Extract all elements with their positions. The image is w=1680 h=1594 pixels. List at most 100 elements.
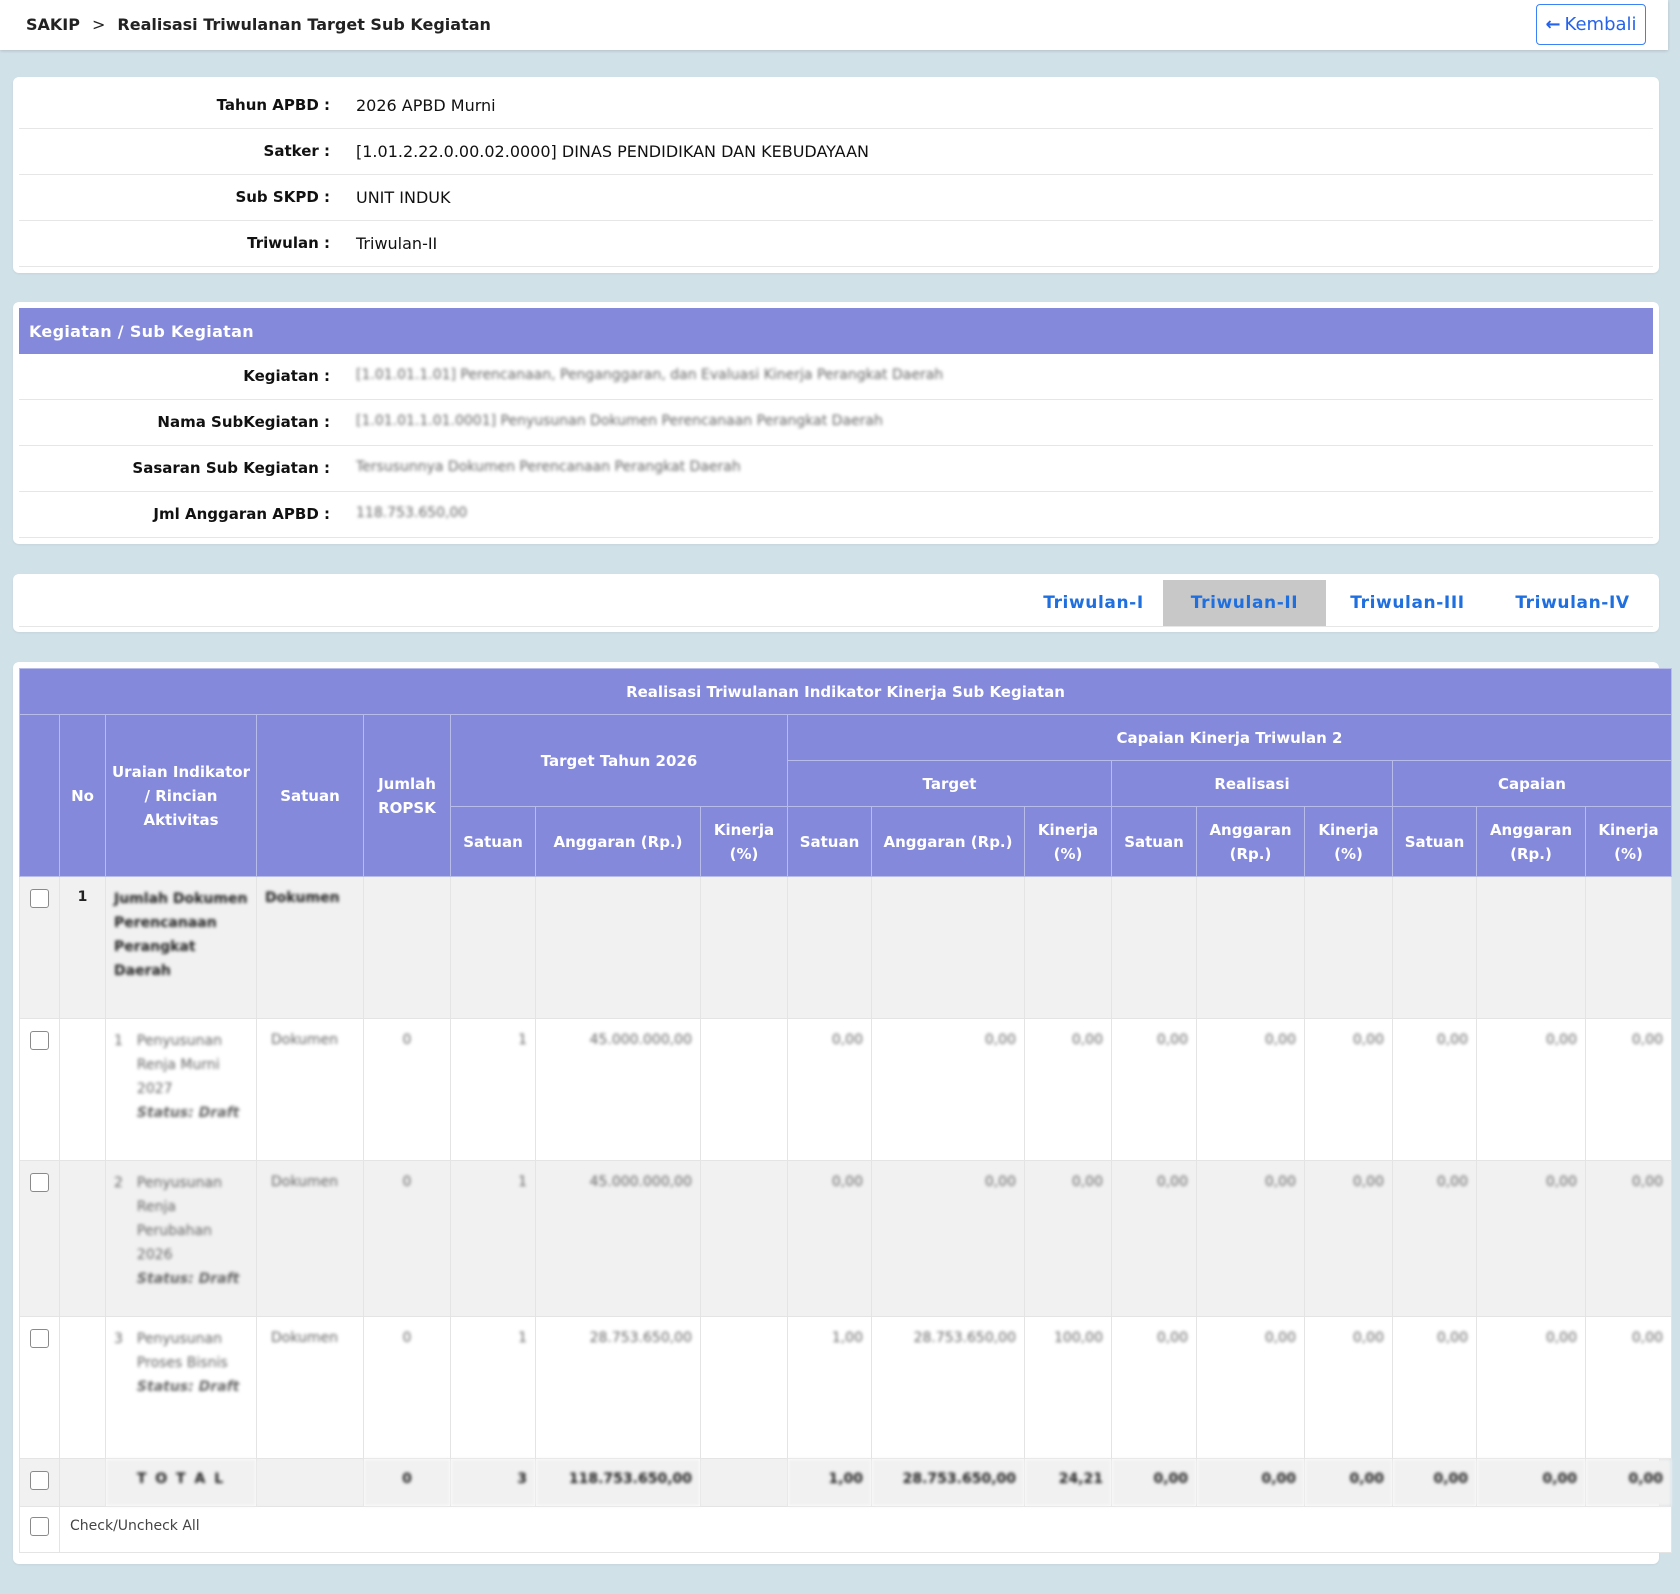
status-badge: Status: Draft <box>136 1271 240 1287</box>
info-row-triwulan: Triwulan : Triwulan-II <box>19 221 1653 267</box>
row-target-anggaran: 28.753.650,00 <box>535 1316 701 1459</box>
total-label: T O T A L <box>105 1458 257 1507</box>
check-all-checkbox[interactable] <box>30 1517 49 1536</box>
arrow-left-icon: ← <box>1545 14 1561 35</box>
total-target-satuan: 3 <box>450 1458 536 1507</box>
sub-header-kinerja: Kinerja (%) <box>1304 806 1393 877</box>
table-row: 1 Penyusunan Renja Murni 2027 Status: Draf… <box>19 1018 1673 1161</box>
sub-header-anggaran: Anggaran (Rp.) <box>535 806 701 877</box>
tahun-value: 2026 APBD Murni <box>356 96 496 115</box>
sub-header-satuan: Satuan <box>450 806 536 877</box>
status-badge: Status: Draft <box>136 1379 240 1395</box>
sub-header-anggaran: Anggaran (Rp.) <box>1196 806 1305 877</box>
row-capaian-kinerja: 0,00 <box>1584 1018 1673 1161</box>
activity-link[interactable]: Penyusunan Renja Perubahan 2026 <box>137 1171 248 1267</box>
total-jumlah: 0 <box>363 1458 451 1507</box>
row-tw-target-anggaran: 28.753.650,00 <box>871 1316 1025 1459</box>
sub-header-kinerja: Kinerja (%) <box>1584 806 1673 877</box>
row-realisasi-anggaran: 0,00 <box>1196 1316 1305 1459</box>
row-capaian-kinerja: 0,00 <box>1584 1316 1673 1459</box>
sasaran-value: Tersusunnya Dokumen Perencanaan Perangka… <box>356 459 741 475</box>
satker-value: [1.01.2.22.0.00.02.0000] DINAS PENDIDIKA… <box>356 142 869 161</box>
top-bar: SAKIP > Realisasi Triwulanan Target Sub Ke… <box>0 0 1668 50</box>
indicator-satuan: Dokumen <box>256 876 364 1019</box>
row-tw-target-kinerja: 0,00 <box>1024 1018 1112 1161</box>
row-tw-target-satuan: 0,00 <box>787 1160 872 1317</box>
activity-link[interactable]: Penyusunan Proses Bisnis <box>137 1327 248 1375</box>
row-capaian-satuan: 0,00 <box>1392 1316 1477 1459</box>
tab-triwulan-3[interactable]: Triwulan-III <box>1326 580 1489 626</box>
total-checkbox[interactable] <box>30 1471 49 1490</box>
total-capaian-anggaran: 0,00 <box>1476 1458 1586 1507</box>
breadcrumb: SAKIP > Realisasi Triwulanan Target Sub Ke… <box>26 15 491 34</box>
info-row-anggaran: Jml Anggaran APBD : 118.753.650,00 <box>19 492 1653 538</box>
anggaran-label: Jml Anggaran APBD : <box>153 505 330 523</box>
kegiatan-label: Kegiatan : <box>243 367 330 385</box>
row-capaian-satuan: 0,00 <box>1392 1160 1477 1317</box>
sub-header-satuan: Satuan <box>787 806 872 877</box>
sasaran-label: Sasaran Sub Kegiatan : <box>132 459 330 477</box>
info-row-subkegiatan: Nama SubKegiatan : [1.01.01.1.01.0001] P… <box>19 400 1653 446</box>
row-checkbox[interactable] <box>30 889 49 908</box>
sub-header-kinerja: Kinerja (%) <box>1024 806 1112 877</box>
total-capaian-satuan: 0,00 <box>1392 1458 1477 1507</box>
total-realisasi-satuan: 0,00 <box>1111 1458 1197 1507</box>
breadcrumb-current: Realisasi Triwulanan Target Sub Kegiatan <box>117 15 491 34</box>
tab-triwulan-1[interactable]: Triwulan-I <box>1012 580 1175 626</box>
row-no: 1 <box>114 1033 123 1049</box>
activity-link[interactable]: Penyusunan Renja Murni 2027 <box>137 1029 248 1101</box>
row-capaian-anggaran: 0,00 <box>1476 1316 1586 1459</box>
row-target-satuan: 1 <box>450 1316 536 1459</box>
sub-header-satuan: Satuan <box>1111 806 1197 877</box>
indicator-uraian: Jumlah Dokumen Perencanaan Perangkat Dae… <box>105 876 257 1019</box>
subskpd-label: Sub SKPD : <box>235 188 330 206</box>
total-tw-target-satuan: 1,00 <box>787 1458 872 1507</box>
row-capaian-kinerja: 0,00 <box>1584 1160 1673 1317</box>
row-jumlah-ropsk: 0 <box>363 1160 451 1317</box>
total-realisasi-kinerja: 0,00 <box>1304 1458 1393 1507</box>
table-row: 3 Penyusunan Proses Bisnis Status: Draft Do… <box>19 1316 1673 1459</box>
breadcrumb-root[interactable]: SAKIP <box>26 15 80 34</box>
info-row-subskpd: Sub SKPD : UNIT INDUK <box>19 175 1653 221</box>
tab-triwulan-2[interactable]: Triwulan-II <box>1163 580 1326 626</box>
triwulan-label: Triwulan : <box>247 234 330 252</box>
info-row-tahun: Tahun APBD : 2026 APBD Murni <box>19 83 1653 129</box>
kegiatan-card: Kegiatan / Sub Kegiatan Kegiatan : [1.01… <box>13 302 1659 544</box>
row-target-satuan: 1 <box>450 1018 536 1161</box>
col-checkbox-header <box>19 714 60 877</box>
sub-header-anggaran: Anggaran (Rp.) <box>1476 806 1586 877</box>
realisasi-table: Realisasi Triwulanan Indikator Kinerja S… <box>18 668 1673 1553</box>
row-checkbox[interactable] <box>30 1031 49 1050</box>
row-checkbox[interactable] <box>30 1329 49 1348</box>
total-target-anggaran: 118.753.650,00 <box>535 1458 701 1507</box>
row-checkbox[interactable] <box>30 1173 49 1192</box>
subkegiatan-value: [1.01.01.1.01.0001] Penyusunan Dokumen P… <box>356 413 883 429</box>
row-target-satuan: 1 <box>450 1160 536 1317</box>
row-realisasi-satuan: 0,00 <box>1111 1160 1197 1317</box>
anggaran-value: 118.753.650,00 <box>356 505 468 521</box>
tabs-card: Triwulan-I Triwulan-II Triwulan-III Triw… <box>13 574 1659 632</box>
row-jumlah-ropsk: 0 <box>363 1316 451 1459</box>
kegiatan-value: [1.01.01.1.01] Perencanaan, Penganggaran… <box>356 367 944 383</box>
kegiatan-section-title: Kegiatan / Sub Kegiatan <box>19 308 1653 354</box>
tab-triwulan-4[interactable]: Triwulan-IV <box>1491 580 1654 626</box>
triwulan-tabs: Triwulan-I Triwulan-II Triwulan-III Triw… <box>13 580 1659 626</box>
back-button[interactable]: ← Kembali <box>1536 4 1646 45</box>
col-realisasi-header: Realisasi <box>1111 760 1393 807</box>
row-realisasi-kinerja: 0,00 <box>1304 1160 1393 1317</box>
row-target-anggaran: 45.000.000,00 <box>535 1160 701 1317</box>
indicator-row: 1 Jumlah Dokumen Perencanaan Perangkat D… <box>19 876 1673 1019</box>
info-row-satker: Satker : [1.01.2.22.0.00.02.0000] DINAS … <box>19 129 1653 175</box>
col-capaian-header: Capaian <box>1391 760 1673 807</box>
breadcrumb-separator: > <box>91 15 106 34</box>
row-tw-target-anggaran: 0,00 <box>871 1018 1025 1161</box>
row-tw-target-satuan: 1,00 <box>787 1316 872 1459</box>
col-target-header: Target <box>787 760 1112 807</box>
check-all-label[interactable]: Check/Uncheck All <box>58 1506 1673 1553</box>
row-target-kinerja <box>700 1160 788 1317</box>
row-realisasi-anggaran: 0,00 <box>1196 1018 1305 1161</box>
row-tw-target-anggaran: 0,00 <box>871 1160 1025 1317</box>
info-row-kegiatan: Kegiatan : [1.01.01.1.01] Perencanaan, P… <box>19 354 1653 400</box>
row-realisasi-satuan: 0,00 <box>1111 1316 1197 1459</box>
check-all-row: Check/Uncheck All <box>19 1506 1673 1553</box>
